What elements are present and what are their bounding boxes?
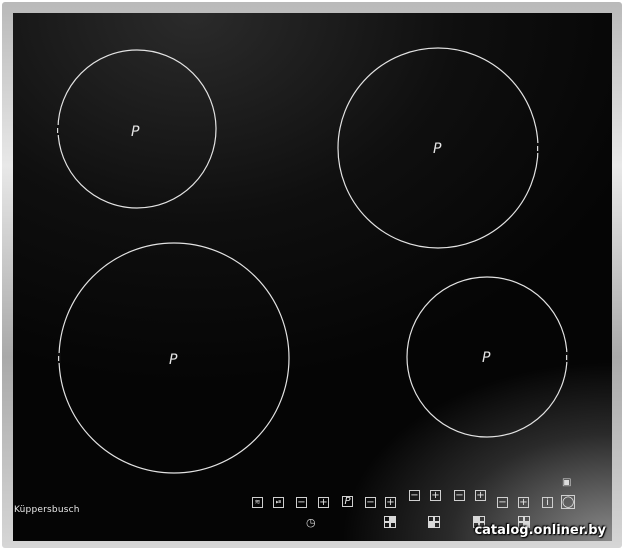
timer-icon: ◷	[306, 516, 316, 529]
pause-key[interactable]: ⏯	[273, 497, 284, 508]
info-button[interactable]: i	[542, 497, 553, 508]
zone-tick	[537, 146, 539, 151]
minus-button[interactable]: −	[454, 490, 465, 501]
minus-button[interactable]: −	[296, 497, 307, 508]
zone-indicator-front-left-icon	[428, 516, 440, 528]
zone-rear-left-label: P	[131, 124, 140, 140]
zone-front-left-label: P	[169, 352, 178, 368]
plus-button[interactable]: +	[518, 497, 529, 508]
zone-indicator-rear-left-icon	[384, 516, 396, 528]
wave-key[interactable]: ≋	[252, 497, 263, 508]
cooking-zones: P P P P	[56, 47, 569, 474]
brand-logo: Küppersbusch	[14, 505, 80, 515]
minus-button[interactable]: −	[497, 497, 508, 508]
lock-indicator-icon: ▣	[562, 477, 572, 488]
power-boost-button[interactable]: P	[342, 496, 353, 507]
minus-button[interactable]: −	[409, 490, 420, 501]
power-button[interactable]: ◯	[561, 495, 575, 509]
zone-rear-right-label: P	[433, 141, 442, 157]
zone-tick	[566, 355, 568, 360]
plus-button[interactable]: +	[385, 497, 396, 508]
zone-tick	[58, 356, 60, 361]
minus-button[interactable]: −	[365, 497, 376, 508]
plus-button[interactable]: +	[430, 490, 441, 501]
plus-button[interactable]: +	[318, 497, 329, 508]
plus-button[interactable]: +	[475, 490, 486, 501]
watermark: catalog.onliner.by	[474, 523, 606, 538]
zone-front-right-label: P	[482, 350, 491, 366]
zone-tick	[57, 128, 59, 133]
